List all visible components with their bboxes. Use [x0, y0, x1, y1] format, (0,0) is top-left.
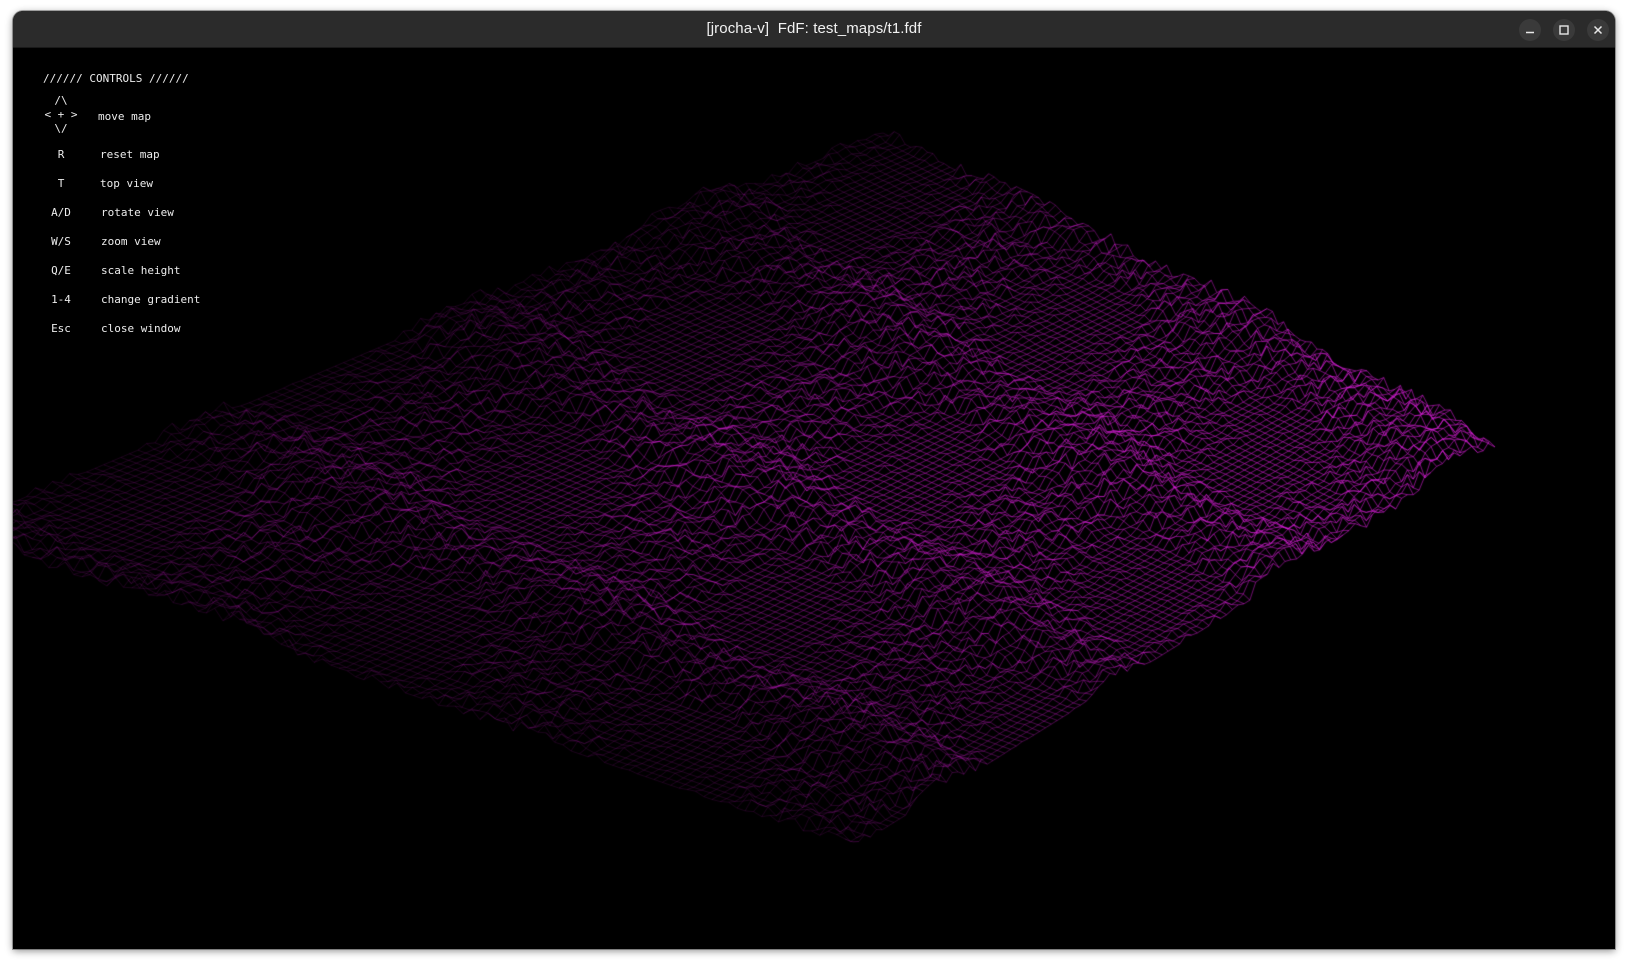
control-label-zoom: zoom view [101, 235, 161, 248]
arrow-keys-icon: /\ < + > \/ [41, 94, 81, 136]
arrow-up-icon: /\ [54, 94, 68, 107]
control-label-rotate: rotate view [101, 206, 174, 219]
minimize-button[interactable] [1519, 19, 1541, 41]
control-label-reset: reset map [100, 148, 160, 161]
controls-header: ////// CONTROLS ////// [43, 72, 189, 85]
control-key-close: Esc [51, 322, 71, 335]
control-label-gradient: change gradient [101, 293, 201, 306]
arrow-down-icon: \/ [54, 122, 68, 135]
maximize-icon [1559, 25, 1569, 35]
maximize-button[interactable] [1553, 19, 1575, 41]
wireframe-map-canvas[interactable] [13, 48, 1615, 949]
arrow-middle-icon: < + > [44, 108, 78, 121]
control-label-scale: scale height [101, 264, 181, 277]
control-label-top-view: top view [100, 177, 153, 190]
control-key-top-view: T [57, 177, 65, 190]
minimize-icon [1526, 31, 1534, 34]
control-key-scale: Q/E [51, 264, 71, 277]
title-bar[interactable]: [jrocha-v] FdF: test_maps/t1.fdf [13, 11, 1615, 48]
control-key-rotate: A/D [51, 206, 71, 219]
control-key-zoom: W/S [51, 235, 71, 248]
control-key-gradient: 1-4 [51, 293, 71, 306]
fdf-window: [jrocha-v] FdF: test_maps/t1.fdf ////// … [13, 11, 1615, 949]
render-canvas-area[interactable]: ////// CONTROLS ////// /\ < + > \/ move … [13, 48, 1615, 949]
close-icon [1593, 25, 1603, 35]
control-label-close: close window [101, 322, 181, 335]
control-key-reset: R [57, 148, 65, 161]
control-label-move: move map [98, 110, 151, 123]
window-title: [jrocha-v] FdF: test_maps/t1.fdf [706, 20, 922, 37]
close-button[interactable] [1587, 19, 1609, 41]
